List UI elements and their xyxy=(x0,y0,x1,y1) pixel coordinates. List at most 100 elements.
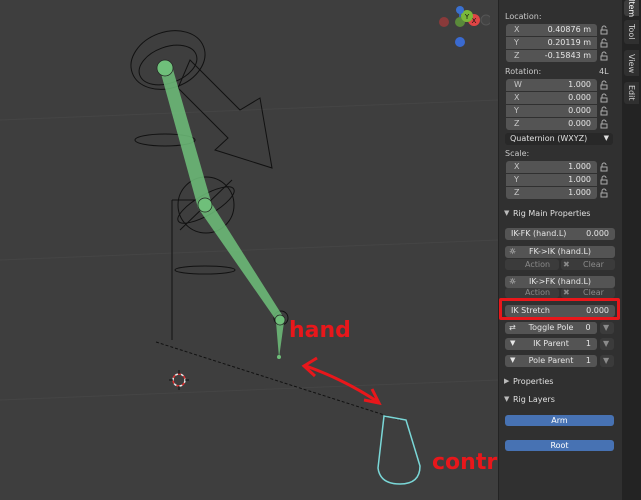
lock-icon[interactable] xyxy=(599,93,609,103)
button-label: Clear xyxy=(583,260,604,269)
rotation-label: Rotation: xyxy=(505,67,542,76)
fk-ik-clear-button[interactable]: ✖ Clear xyxy=(561,259,615,270)
gizmo-z[interactable] xyxy=(456,6,464,14)
section-title: Rig Layers xyxy=(513,395,555,404)
lock-icon[interactable] xyxy=(599,162,609,172)
prop-value: 0.000 xyxy=(586,229,609,238)
field-axis: Y xyxy=(514,38,519,47)
field-axis: Y xyxy=(514,175,519,184)
location-y-field[interactable]: Y 0.20119 m xyxy=(506,37,597,49)
tab-label: Tool xyxy=(627,24,636,40)
location-label: Location: xyxy=(505,12,542,21)
scale-z-field[interactable]: Z 1.000 xyxy=(506,187,597,199)
rotation-x-field[interactable]: X 0.000 xyxy=(506,92,597,104)
field-axis: Z xyxy=(514,51,520,60)
rotation-w-field[interactable]: W 1.000 xyxy=(506,79,597,91)
hand-bone[interactable] xyxy=(276,322,284,358)
3d-viewport[interactable]: X Y hand control xyxy=(0,0,498,500)
gizmo-neg-x[interactable] xyxy=(439,17,449,27)
rig-layers-header[interactable]: ▼ Rig Layers xyxy=(499,393,621,407)
field-value: 0.40876 m xyxy=(547,25,591,34)
lock-icon[interactable] xyxy=(599,188,609,198)
pole-parent-dropdown[interactable]: ▼ Pole Parent 1 xyxy=(505,355,597,367)
scale-x-field[interactable]: X 1.000 xyxy=(506,161,597,173)
field-value: 1.000 xyxy=(568,162,591,171)
annotation-highlight-box xyxy=(499,298,620,320)
lock-icon[interactable] xyxy=(599,25,609,35)
tab-item[interactable]: Item xyxy=(624,0,639,18)
annotation-double-arrow xyxy=(301,356,382,406)
ik-fk-clear-button[interactable]: ✖ Clear xyxy=(561,288,615,298)
field-value: 0.20119 m xyxy=(547,38,591,47)
fk-ik-action-button[interactable]: Action xyxy=(505,259,559,270)
3d-cursor xyxy=(169,370,189,390)
tab-view[interactable]: View xyxy=(624,50,639,76)
viewport-scene[interactable] xyxy=(0,0,498,500)
ik-control-shape[interactable] xyxy=(377,415,421,485)
lock-icon[interactable] xyxy=(599,51,609,61)
ik-to-fk-button[interactable]: ☼ IK->FK (hand.L) xyxy=(505,276,615,288)
tab-label: View xyxy=(627,53,636,73)
button-label: Action xyxy=(525,260,551,269)
forearm-bone[interactable] xyxy=(198,204,284,320)
ik-parent-switch-button[interactable]: ▼ xyxy=(600,338,614,350)
chevron-down-icon: ▼ xyxy=(504,395,510,403)
rotation-mode-dropdown[interactable]: Quaternion (WXYZ) ▼ xyxy=(505,133,613,145)
upper-arm-bone[interactable] xyxy=(160,66,212,208)
lock-icon[interactable] xyxy=(599,106,609,116)
button-label: Action xyxy=(525,288,551,297)
x-circle-icon: ✖ xyxy=(563,288,570,297)
scale-y-field[interactable]: Y 1.000 xyxy=(506,174,597,186)
field-axis: Y xyxy=(514,106,519,115)
lock-icon[interactable] xyxy=(599,175,609,185)
fk-to-ik-button[interactable]: ☼ FK->IK (hand.L) xyxy=(505,246,615,258)
field-axis: Z xyxy=(514,119,520,128)
rotation-z-field[interactable]: Z 0.000 xyxy=(506,118,597,130)
x-circle-icon: ✖ xyxy=(563,260,570,269)
layer-root-toggle[interactable]: Root xyxy=(505,440,614,451)
annotation-hand: hand xyxy=(289,318,351,343)
gizmo-neg-z[interactable] xyxy=(455,37,465,47)
button-value: 1 xyxy=(585,356,591,365)
pole-parent-switch-button[interactable]: ▼ xyxy=(600,355,614,367)
rotation-mode-short: 4L xyxy=(599,67,609,76)
ik-parent-dropdown[interactable]: ▼ IK Parent 1 xyxy=(505,338,597,350)
lock-icon[interactable] xyxy=(599,119,609,129)
section-title: Rig Main Properties xyxy=(513,209,591,218)
lock-icon[interactable] xyxy=(599,80,609,90)
chevron-down-icon: ▼ xyxy=(504,209,510,217)
layer-arm-toggle[interactable]: Arm xyxy=(505,415,614,426)
field-value: 0.000 xyxy=(568,93,591,102)
field-axis: Z xyxy=(514,188,520,197)
button-label: FK->IK (hand.L) xyxy=(528,247,592,256)
ik-fk-action-button[interactable]: Action xyxy=(505,288,559,298)
rotation-y-field[interactable]: Y 0.000 xyxy=(506,105,597,117)
properties-header[interactable]: ▶ Properties xyxy=(499,375,621,389)
viewport-grid xyxy=(0,99,498,401)
dropdown-value: Quaternion (WXYZ) xyxy=(510,134,588,143)
field-value: 1.000 xyxy=(568,188,591,197)
tab-label: Item xyxy=(627,0,636,18)
location-z-field[interactable]: Z -0.15843 m xyxy=(506,50,597,62)
ikfk-slider[interactable]: IK-FK (hand.L) 0.000 xyxy=(505,228,615,240)
sidebar-tab-strip: Item Tool View Edit xyxy=(622,0,641,500)
bone-chain[interactable] xyxy=(156,59,286,359)
navigation-gizmo[interactable]: X Y xyxy=(430,6,490,52)
field-axis: W xyxy=(514,80,522,89)
tab-edit[interactable]: Edit xyxy=(624,82,639,104)
toggle-pole-value[interactable]: 0 xyxy=(579,322,597,334)
field-value: 1.000 xyxy=(568,175,591,184)
tab-tool[interactable]: Tool xyxy=(624,20,639,44)
button-value: 1 xyxy=(585,339,591,348)
gizmo-y-label: Y xyxy=(464,13,470,21)
prop-label: IK-FK (hand.L) xyxy=(511,229,567,238)
lock-icon[interactable] xyxy=(599,38,609,48)
button-label: Clear xyxy=(583,288,604,297)
field-axis: X xyxy=(514,25,520,34)
gizmo-extra-handle[interactable] xyxy=(480,14,490,26)
scale-label: Scale: xyxy=(505,149,530,158)
arrow-icon: ▼ xyxy=(603,339,610,348)
snap-pole-button[interactable]: ▼ xyxy=(600,322,614,334)
rig-main-properties-header[interactable]: ▼ Rig Main Properties xyxy=(499,207,621,221)
location-x-field[interactable]: X 0.40876 m xyxy=(506,24,597,36)
